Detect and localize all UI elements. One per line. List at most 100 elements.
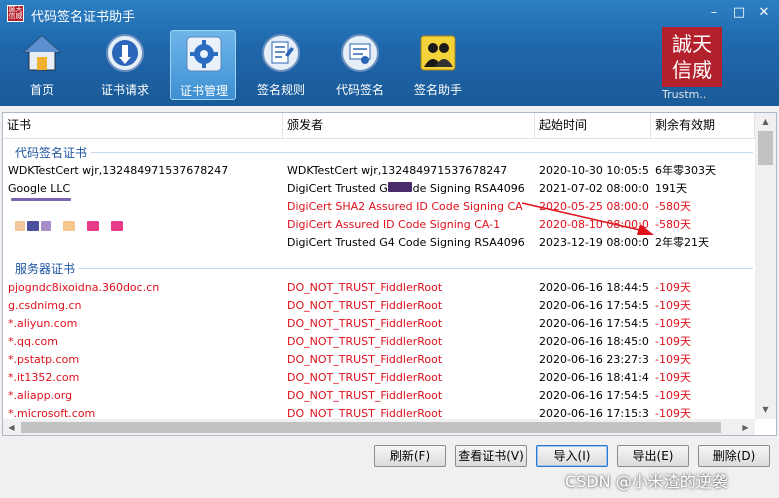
redaction-mark xyxy=(27,221,39,231)
cell-cert: WDKTestCert wjr,132484971537678247 xyxy=(8,164,229,177)
cell-remaining: 2年零21天 xyxy=(655,236,709,249)
certificate-list[interactable]: 证书 颁发者 起始时间 剩余有效期 代码签名证书 WDKTestCert wjr… xyxy=(2,112,777,436)
cell-cert: *.qq.com xyxy=(8,335,58,348)
toolbar-cert-request[interactable]: 证书请求 xyxy=(92,30,158,100)
vertical-scrollbar[interactable]: ▲ ▼ xyxy=(755,113,776,419)
delete-button[interactable]: 删除(D) xyxy=(698,445,770,467)
toolbar-label: 证书管理 xyxy=(179,84,228,98)
group-code-signing[interactable]: 代码签名证书 xyxy=(15,144,87,161)
column-header-issuer[interactable]: 颁发者 xyxy=(283,113,535,138)
cell-issuer: DO_NOT_TRUST_FiddlerRoot xyxy=(287,389,443,402)
cell-start: 2020-10-30 10:05:54 xyxy=(539,164,649,177)
close-button[interactable]: ✕ xyxy=(751,4,777,22)
hand-pointer-icon xyxy=(106,34,144,72)
redaction-mark xyxy=(111,221,123,231)
people-icon xyxy=(420,35,456,71)
table-row[interactable]: *.it1352.com DO_NOT_TRUST_FiddlerRoot 20… xyxy=(3,369,755,387)
cell-cert: Google LLC xyxy=(8,182,71,195)
cell-start: 2020-06-16 23:27:30 xyxy=(539,353,649,366)
cell-remaining: -580天 xyxy=(655,218,691,231)
redaction-mark xyxy=(41,221,51,231)
cell-issuer: DO_NOT_TRUST_FiddlerRoot xyxy=(287,281,443,294)
redaction-mark xyxy=(87,221,99,231)
horizontal-scrollbar[interactable]: ◀ ▶ xyxy=(3,419,755,435)
cell-cert: *.pstatp.com xyxy=(8,353,80,366)
cell-remaining: -109天 xyxy=(655,281,691,294)
cell-issuer: DigiCert SHA2 Assured ID Code Signing CA xyxy=(287,200,523,213)
scroll-thumb[interactable] xyxy=(21,422,721,433)
cell-issuer: DO_NOT_TRUST_FiddlerRoot xyxy=(287,353,443,366)
export-button[interactable]: 导出(E) xyxy=(617,445,689,467)
column-header-cert[interactable]: 证书 xyxy=(3,113,283,138)
minimize-button[interactable]: – xyxy=(701,4,727,22)
brand-line-1: 誠天 xyxy=(672,32,712,56)
redaction-mark xyxy=(388,182,412,192)
cell-remaining: -109天 xyxy=(655,389,691,402)
table-row[interactable]: WDKTestCert wjr,132484971537678247 WDKTe… xyxy=(3,162,755,180)
cell-remaining: -109天 xyxy=(655,371,691,384)
gear-icon xyxy=(186,36,222,72)
scroll-right-icon[interactable]: ▶ xyxy=(737,419,754,435)
table-row[interactable]: *.qq.com DO_NOT_TRUST_FiddlerRoot 2020-0… xyxy=(3,333,755,351)
scroll-up-icon[interactable]: ▲ xyxy=(755,113,776,130)
group-divider xyxy=(79,268,753,269)
brand-subtitle: Trustm.. xyxy=(662,88,707,101)
table-row[interactable]: *.aliapp.org DO_NOT_TRUST_FiddlerRoot 20… xyxy=(3,387,755,405)
watermark: CSDN @小米渣的逆袭 xyxy=(565,472,728,491)
table-row[interactable]: Google LLC DigiCert Trusted G4 Code Sign… xyxy=(3,180,755,198)
list-header: 证书 颁发者 起始时间 剩余有效期 xyxy=(3,113,755,139)
toolbar-home[interactable]: 首页 xyxy=(9,30,75,100)
window-title: 代码签名证书助手 xyxy=(31,10,136,25)
toolbar-sign-assistant[interactable]: 签名助手 xyxy=(405,30,471,100)
brand-line-2: 信威 xyxy=(672,58,712,82)
redaction-mark xyxy=(15,221,25,231)
cell-remaining: -580天 xyxy=(655,200,691,213)
cell-issuer: DigiCert Assured ID Code Signing CA-1 xyxy=(287,218,501,231)
header-banner: 誠天信威 代码签名证书助手 – □ ✕ 首页 证书请求 证书管理 签名规则 代码… xyxy=(0,0,779,106)
toolbar-cert-manage[interactable]: 证书管理 xyxy=(170,30,236,100)
cell-issuer: DO_NOT_TRUST_FiddlerRoot xyxy=(287,371,443,384)
cell-issuer: DO_NOT_TRUST_FiddlerRoot xyxy=(287,335,443,348)
certificate-icon xyxy=(341,34,379,72)
document-icon xyxy=(262,34,300,72)
table-row[interactable]: pjogndc8ixoidna.360doc.cn DO_NOT_TRUST_F… xyxy=(3,279,755,297)
cell-start: 2020-06-16 18:45:06 xyxy=(539,335,649,348)
toolbar-label: 代码签名 xyxy=(335,83,384,97)
cell-remaining: -109天 xyxy=(655,353,691,366)
scroll-down-icon[interactable]: ▼ xyxy=(755,401,776,418)
cell-start: 2020-06-16 18:41:40 xyxy=(539,371,649,384)
cell-issuer: DigiCert Trusted G4 Code Signing RSA4096… xyxy=(287,236,529,249)
cell-start: 2020-06-16 17:54:56 xyxy=(539,317,649,330)
scroll-thumb[interactable] xyxy=(758,131,773,165)
brand-logo: 誠天 信威 xyxy=(662,27,722,87)
cell-remaining: 6年零303天 xyxy=(655,164,716,177)
cell-start: 2020-06-16 17:54:50 xyxy=(539,299,649,312)
view-cert-button[interactable]: 查看证书(V) xyxy=(455,445,527,467)
cell-cert: pjogndc8ixoidna.360doc.cn xyxy=(8,281,160,294)
cell-remaining: -109天 xyxy=(655,317,691,330)
cell-issuer: WDKTestCert wjr,132484971537678247 xyxy=(287,164,508,177)
title-bar: 誠天信威 代码签名证书助手 – □ ✕ xyxy=(0,0,779,28)
table-row[interactable]: g.csdnimg.cn DO_NOT_TRUST_FiddlerRoot 20… xyxy=(3,297,755,315)
cell-issuer: DO_NOT_TRUST_FiddlerRoot xyxy=(287,317,443,330)
import-button[interactable]: 导入(I) xyxy=(536,445,608,467)
column-header-start[interactable]: 起始时间 xyxy=(535,113,651,138)
cell-remaining: 191天 xyxy=(655,182,687,195)
cell-cert: *.aliapp.org xyxy=(8,389,73,402)
refresh-button[interactable]: 刷新(F) xyxy=(374,445,446,467)
group-divider xyxy=(91,152,753,153)
group-server[interactable]: 服务器证书 xyxy=(15,260,75,277)
table-row[interactable]: *.pstatp.com DO_NOT_TRUST_FiddlerRoot 20… xyxy=(3,351,755,369)
scroll-left-icon[interactable]: ◀ xyxy=(3,419,20,435)
toolbar-code-sign[interactable]: 代码签名 xyxy=(327,30,393,100)
toolbar-sign-rules[interactable]: 签名规则 xyxy=(248,30,314,100)
cell-cert: *.it1352.com xyxy=(8,371,80,384)
annotation-arrow xyxy=(521,202,654,235)
maximize-button[interactable]: □ xyxy=(726,4,752,22)
app-logo-icon: 誠天信威 xyxy=(7,5,24,22)
column-header-remaining[interactable]: 剩余有效期 xyxy=(651,113,755,138)
table-row[interactable]: *.aliyun.com DO_NOT_TRUST_FiddlerRoot 20… xyxy=(3,315,755,333)
toolbar-label: 证书请求 xyxy=(100,83,149,97)
cell-start: 2020-06-16 17:54:56 xyxy=(539,389,649,402)
toolbar-label: 首页 xyxy=(29,83,54,97)
